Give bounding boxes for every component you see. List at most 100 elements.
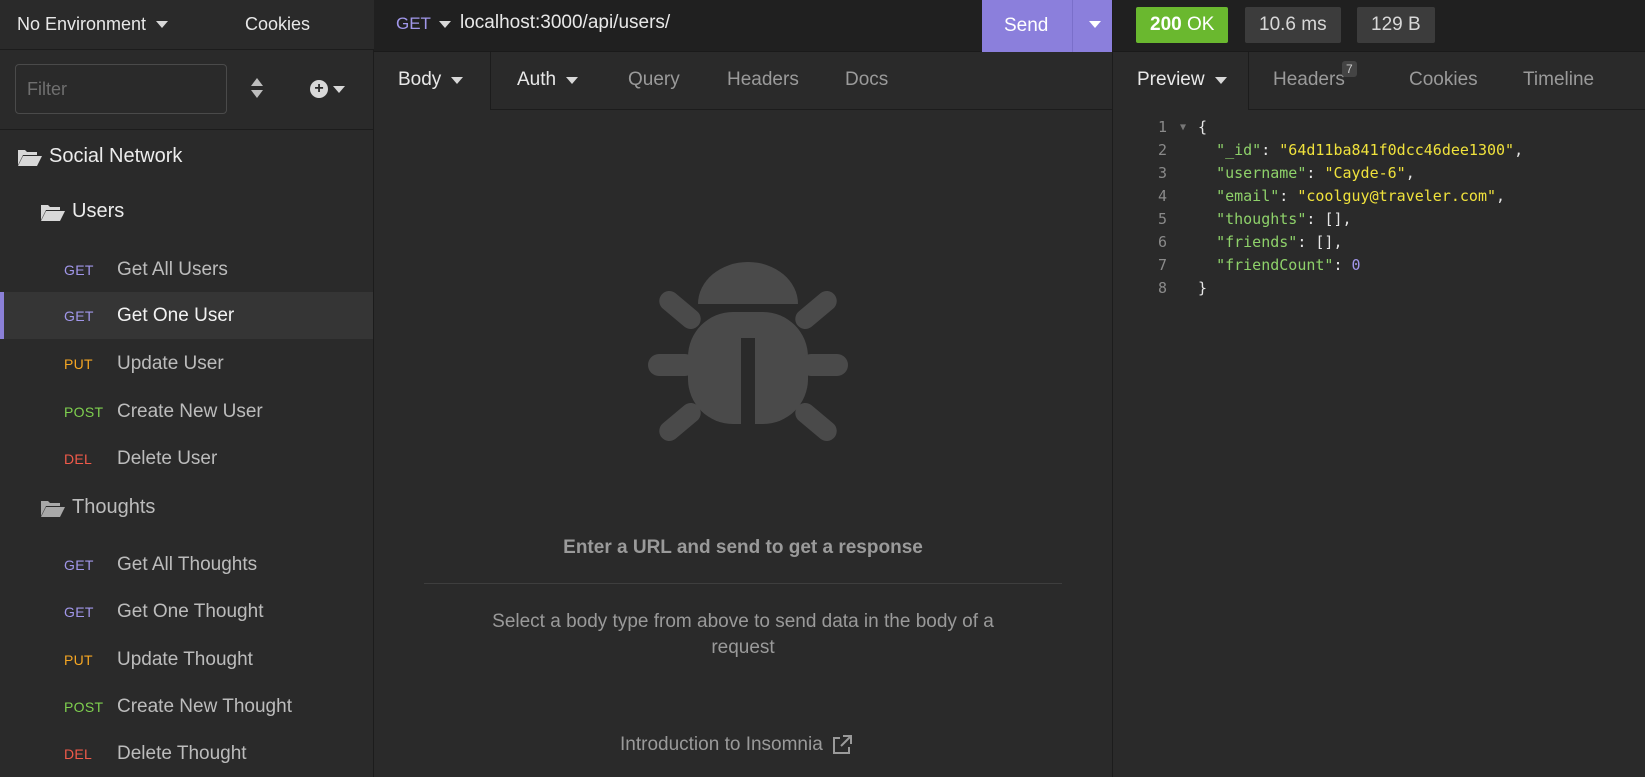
request-name: Update User bbox=[117, 352, 224, 374]
folder-open-icon bbox=[41, 500, 65, 517]
empty-state-body: Select a body type from above to send da… bbox=[492, 611, 994, 658]
method-badge: POST bbox=[64, 698, 104, 715]
line-content: "friendCount": 0 bbox=[1216, 256, 1361, 274]
status-bar: 200 OK 10.6 ms 129 B bbox=[1113, 0, 1645, 52]
tab-label: Headers bbox=[1273, 69, 1345, 90]
filter-input[interactable] bbox=[15, 64, 227, 114]
tab-label: Preview bbox=[1137, 69, 1205, 90]
code-line: 8} bbox=[1113, 277, 1645, 300]
tab-headers[interactable]: Headers bbox=[727, 69, 799, 91]
code-line: 7 "friendCount": 0 bbox=[1113, 254, 1645, 277]
line-number: 8 bbox=[1157, 279, 1167, 297]
method-dropdown[interactable]: GET bbox=[396, 14, 451, 34]
plus-circle-icon: + bbox=[310, 80, 328, 98]
fold-arrow-icon[interactable]: ▼ bbox=[1180, 116, 1186, 139]
json-value: [] bbox=[1324, 210, 1343, 228]
method-badge: PUT bbox=[64, 651, 93, 668]
request-name: Get All Thoughts bbox=[117, 553, 258, 575]
json-key: "username" bbox=[1216, 164, 1307, 182]
request-name: Create New User bbox=[117, 400, 263, 422]
line-content: { bbox=[1198, 118, 1208, 136]
json-value: "64d11ba841f0dcc46dee1300" bbox=[1279, 141, 1515, 159]
add-item-button[interactable]: + bbox=[310, 80, 345, 98]
request-name: Get One Thought bbox=[117, 600, 264, 622]
line-number: 5 bbox=[1157, 210, 1167, 228]
send-label: Send bbox=[1004, 15, 1049, 36]
chevron-down-icon bbox=[1214, 76, 1227, 84]
request-item[interactable]: POST Create New Thought bbox=[0, 683, 373, 730]
chevron-down-icon[interactable] bbox=[1089, 21, 1101, 28]
collection-name: Social Network bbox=[49, 145, 183, 167]
line-number: 6 bbox=[1157, 233, 1167, 251]
line-content: "email": "coolguy@traveler.com", bbox=[1216, 187, 1506, 205]
request-pane: GET localhost:3000/api/users/ Send Body … bbox=[374, 0, 1112, 777]
line-content: "thoughts": [], bbox=[1216, 210, 1352, 228]
tab-docs[interactable]: Docs bbox=[845, 69, 888, 91]
tab-auth[interactable]: Auth bbox=[517, 69, 579, 91]
folder-thoughts[interactable]: Thoughts bbox=[40, 496, 155, 519]
method-label: GET bbox=[396, 14, 431, 33]
chevron-down-icon bbox=[333, 85, 345, 93]
empty-state-title: Enter a URL and send to get a response bbox=[563, 537, 923, 558]
url-input[interactable]: localhost:3000/api/users/ bbox=[460, 12, 670, 34]
link-label: Introduction to Insomnia bbox=[620, 734, 823, 755]
request-item[interactable]: PUT Update User bbox=[0, 340, 373, 387]
json-key: "thoughts" bbox=[1216, 210, 1307, 228]
request-name: Get All Users bbox=[117, 258, 228, 280]
method-badge: DEL bbox=[64, 745, 93, 762]
tab-cookies[interactable]: Cookies bbox=[1409, 69, 1478, 91]
request-item[interactable]: DEL Delete Thought bbox=[0, 730, 373, 777]
tab-response-headers[interactable]: Headers 7 bbox=[1273, 61, 1357, 91]
environment-label: No Environment bbox=[17, 14, 147, 34]
tab-preview[interactable]: Preview bbox=[1137, 69, 1227, 91]
request-item[interactable]: GET Get All Thoughts bbox=[0, 541, 373, 588]
tab-query[interactable]: Query bbox=[628, 69, 680, 91]
line-number: 7 bbox=[1157, 256, 1167, 274]
method-badge: DEL bbox=[64, 450, 93, 467]
response-body-viewer[interactable]: 1 ▼{2 "_id": "64d11ba841f0dcc46dee1300", 3… bbox=[1113, 116, 1645, 300]
code-line: 3 "username": "Cayde-6", bbox=[1113, 162, 1645, 185]
size-badge: 129 B bbox=[1357, 7, 1435, 43]
tab-label: Auth bbox=[517, 69, 557, 90]
response-tabs: Preview Headers 7 Cookies Timeline bbox=[1113, 52, 1645, 110]
request-tabs: Body Auth Query Headers Docs bbox=[374, 52, 1112, 110]
request-item-active[interactable]: GET Get One User bbox=[0, 292, 373, 339]
line-number: 3 bbox=[1157, 164, 1167, 182]
request-name: Delete Thought bbox=[117, 742, 247, 764]
send-button[interactable]: Send bbox=[982, 0, 1112, 52]
request-item[interactable]: GET Get All Users bbox=[0, 246, 373, 293]
time-badge: 10.6 ms bbox=[1245, 7, 1341, 43]
line-content: "friends": [], bbox=[1216, 233, 1343, 251]
json-key: "friends" bbox=[1216, 233, 1298, 251]
json-key: "_id" bbox=[1216, 141, 1262, 159]
introduction-link[interactable]: Introduction to Insomnia bbox=[620, 734, 853, 756]
line-number: 4 bbox=[1157, 187, 1167, 205]
request-item[interactable]: POST Create New User bbox=[0, 388, 373, 435]
external-link-icon bbox=[832, 735, 852, 754]
divider bbox=[1072, 0, 1073, 52]
response-pane: 200 OK 10.6 ms 129 B Preview Headers 7 C… bbox=[1112, 0, 1645, 777]
request-name: Delete User bbox=[117, 447, 218, 469]
bug-icon bbox=[648, 262, 848, 441]
code-line: 4 "email": "coolguy@traveler.com", bbox=[1113, 185, 1645, 208]
chevron-down-icon bbox=[451, 76, 464, 84]
method-badge: GET bbox=[64, 556, 94, 573]
folder-label: Thoughts bbox=[72, 496, 156, 518]
collection-folder[interactable]: Social Network bbox=[17, 145, 182, 168]
cookies-button[interactable]: Cookies bbox=[245, 14, 310, 35]
folder-open-icon bbox=[18, 149, 42, 166]
json-key: "friendCount" bbox=[1216, 256, 1334, 274]
line-content: "_id": "64d11ba841f0dcc46dee1300", bbox=[1216, 141, 1524, 159]
tab-timeline[interactable]: Timeline bbox=[1523, 69, 1594, 91]
request-item[interactable]: PUT Update Thought bbox=[0, 636, 373, 683]
request-item[interactable]: DEL Delete User bbox=[0, 435, 373, 482]
json-value: "coolguy@traveler.com" bbox=[1297, 187, 1497, 205]
sort-icon[interactable] bbox=[250, 78, 264, 100]
environment-dropdown[interactable]: No Environment bbox=[17, 14, 169, 35]
method-badge: GET bbox=[64, 261, 94, 278]
method-badge: GET bbox=[64, 307, 94, 324]
request-item[interactable]: GET Get One Thought bbox=[0, 588, 373, 635]
tab-body[interactable]: Body bbox=[398, 69, 464, 91]
code-line: 5 "thoughts": [], bbox=[1113, 208, 1645, 231]
folder-users[interactable]: Users bbox=[40, 200, 124, 223]
